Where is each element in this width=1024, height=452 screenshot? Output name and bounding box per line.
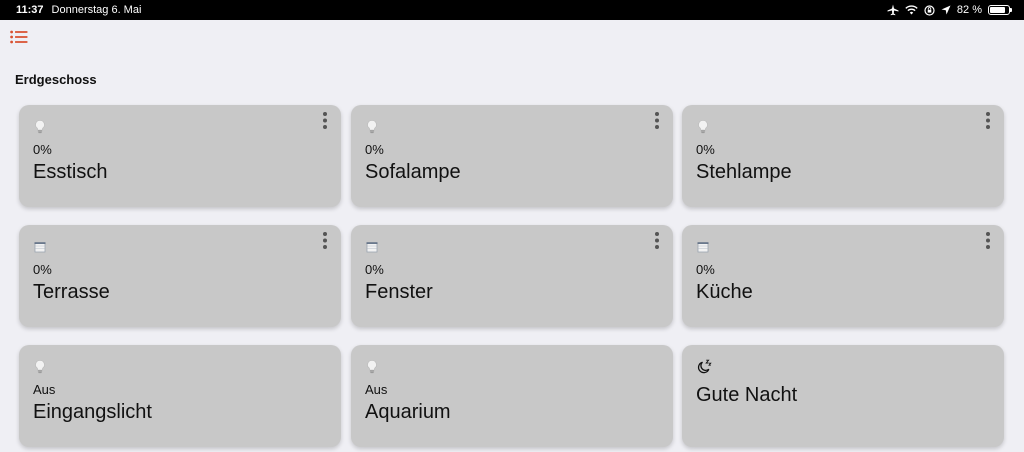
- blind-icon-graphic: [366, 242, 378, 253]
- more-vertical-icon: [323, 232, 327, 249]
- lightbulb-icon: [33, 119, 47, 135]
- moon-sleep-icon: [696, 359, 712, 375]
- status-date: Donnerstag 6. Mai: [51, 4, 142, 16]
- status-bar: 11:37 Donnerstag 6. Mai 82 %: [0, 0, 1024, 20]
- card-name: Aquarium: [365, 401, 451, 423]
- card-name: Sofalampe: [365, 161, 461, 183]
- lightbulb-icon: [33, 359, 47, 375]
- more-options-button[interactable]: [982, 231, 994, 253]
- lightbulb-icon: [365, 119, 379, 135]
- more-options-button[interactable]: [651, 231, 663, 253]
- card-state: 0%: [696, 262, 715, 277]
- lightbulb-icon-graphic: [35, 360, 45, 374]
- card-name: Stehlampe: [696, 161, 792, 183]
- blind-icon: [365, 239, 379, 255]
- card-name: Terrasse: [33, 281, 110, 303]
- battery-level: [990, 7, 1005, 13]
- card-state: 0%: [33, 142, 52, 157]
- device-card[interactable]: 0% Terrasse: [19, 225, 341, 327]
- lightbulb-icon-graphic: [35, 120, 45, 134]
- wifi-icon: [905, 5, 918, 15]
- card-state: 0%: [696, 142, 715, 157]
- card-name: Fenster: [365, 281, 433, 303]
- device-card[interactable]: 0% Sofalampe: [351, 105, 673, 207]
- battery-icon: [988, 5, 1012, 15]
- more-vertical-icon: [655, 232, 659, 249]
- lightbulb-icon: [696, 119, 710, 135]
- device-card[interactable]: Gute Nacht: [682, 345, 1004, 447]
- more-options-button[interactable]: [982, 111, 994, 133]
- more-options-button[interactable]: [651, 111, 663, 133]
- lightbulb-icon: [365, 359, 379, 375]
- card-state: 0%: [33, 262, 52, 277]
- device-card[interactable]: Aus Aquarium: [351, 345, 673, 447]
- more-options-button[interactable]: [319, 231, 331, 253]
- blind-icon: [696, 239, 710, 255]
- location-icon: [941, 5, 951, 15]
- card-state: Aus: [365, 382, 388, 397]
- card-state: Aus: [33, 382, 56, 397]
- card-state: 0%: [365, 142, 384, 157]
- device-card[interactable]: 0% Esstisch: [19, 105, 341, 207]
- section-title: Erdgeschoss: [15, 72, 97, 87]
- device-card[interactable]: 0% Fenster: [351, 225, 673, 327]
- blind-icon: [33, 239, 47, 255]
- device-card[interactable]: Aus Eingangslicht: [19, 345, 341, 447]
- status-indicators: 82 %: [887, 4, 1012, 16]
- blind-icon-graphic: [697, 242, 709, 253]
- lightbulb-icon-graphic: [367, 360, 377, 374]
- menu-button[interactable]: [10, 30, 32, 48]
- card-name: Gute Nacht: [696, 384, 798, 406]
- card-state: 0%: [365, 262, 384, 277]
- orientation-lock-icon: [924, 4, 935, 16]
- card-name: Küche: [696, 281, 753, 303]
- status-time: 11:37: [16, 4, 44, 16]
- device-card[interactable]: 0% Stehlampe: [682, 105, 1004, 207]
- device-card[interactable]: 0% Küche: [682, 225, 1004, 327]
- more-options-button[interactable]: [319, 111, 331, 133]
- blind-icon-graphic: [34, 242, 46, 253]
- card-name: Eingangslicht: [33, 401, 152, 423]
- battery-percent: 82 %: [956, 4, 982, 16]
- lightbulb-icon-graphic: [367, 120, 377, 134]
- airplane-icon: [887, 4, 899, 16]
- card-name: Esstisch: [33, 161, 108, 183]
- lightbulb-icon-graphic: [698, 120, 708, 134]
- moon-sleep-icon-graphic: [697, 359, 712, 374]
- more-vertical-icon: [986, 232, 990, 249]
- list-icon: [10, 30, 28, 44]
- more-vertical-icon: [323, 112, 327, 129]
- more-vertical-icon: [655, 112, 659, 129]
- more-vertical-icon: [986, 112, 990, 129]
